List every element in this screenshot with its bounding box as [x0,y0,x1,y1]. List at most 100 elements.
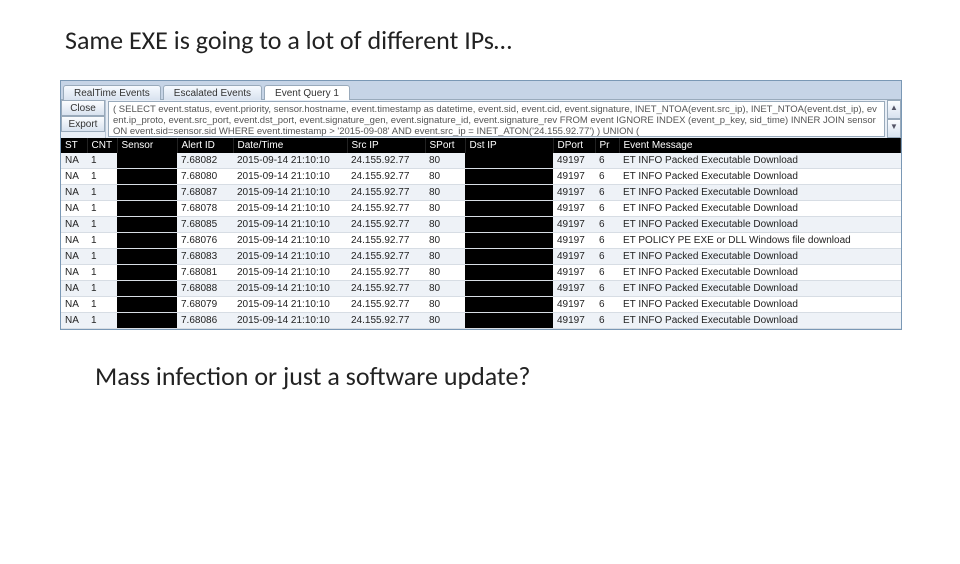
cell-msg: ET INFO Packed Executable Download [619,169,901,185]
cell-pr: 6 [595,249,619,265]
table-row[interactable]: NA17.680802015-09-14 21:10:1024.155.92.7… [61,169,901,185]
cell-sensor [117,217,177,233]
table-row[interactable]: NA17.680782015-09-14 21:10:1024.155.92.7… [61,201,901,217]
cell-cnt: 1 [87,281,117,297]
cell-pr: 6 [595,281,619,297]
tab-realtime-events[interactable]: RealTime Events [63,85,161,100]
cell-date: 2015-09-14 21:10:10 [233,297,347,313]
tab-escalated-events[interactable]: Escalated Events [163,85,262,100]
cell-sport: 80 [425,281,465,297]
scroll-up-icon[interactable]: ▲ [887,100,901,119]
cell-alert: 7.68087 [177,185,233,201]
scroll-down-icon[interactable]: ▼ [887,119,901,138]
close-button[interactable]: Close [61,100,105,116]
cell-sensor [117,313,177,329]
cell-alert: 7.68082 [177,153,233,169]
cell-st: NA [61,297,87,313]
cell-st: NA [61,281,87,297]
cell-pr: 6 [595,265,619,281]
cell-srcip: 24.155.92.77 [347,217,425,233]
cell-pr: 6 [595,153,619,169]
cell-msg: ET INFO Packed Executable Download [619,153,901,169]
cell-dport: 49197 [553,297,595,313]
cell-sport: 80 [425,169,465,185]
cell-date: 2015-09-14 21:10:10 [233,249,347,265]
cell-dstip [465,185,553,201]
cell-sensor [117,249,177,265]
cell-pr: 6 [595,233,619,249]
cell-msg: ET INFO Packed Executable Download [619,185,901,201]
cell-cnt: 1 [87,313,117,329]
cell-st: NA [61,265,87,281]
table-row[interactable]: NA17.680862015-09-14 21:10:1024.155.92.7… [61,313,901,329]
column-header-date-time[interactable]: Date/Time [233,138,347,153]
table-row[interactable]: NA17.680882015-09-14 21:10:1024.155.92.7… [61,281,901,297]
cell-date: 2015-09-14 21:10:10 [233,169,347,185]
cell-date: 2015-09-14 21:10:10 [233,233,347,249]
table-row[interactable]: NA17.680792015-09-14 21:10:1024.155.92.7… [61,297,901,313]
cell-dport: 49197 [553,169,595,185]
event-query-app: RealTime EventsEscalated EventsEvent Que… [60,80,902,330]
cell-sport: 80 [425,297,465,313]
cell-sport: 80 [425,313,465,329]
sql-query-display[interactable]: ( SELECT event.status, event.priority, s… [108,101,885,137]
cell-sensor [117,297,177,313]
table-row[interactable]: NA17.680832015-09-14 21:10:1024.155.92.7… [61,249,901,265]
column-header-st[interactable]: ST [61,138,87,153]
cell-dport: 49197 [553,217,595,233]
column-header-event-message[interactable]: Event Message [619,138,901,153]
table-row[interactable]: NA17.680812015-09-14 21:10:1024.155.92.7… [61,265,901,281]
cell-alert: 7.68078 [177,201,233,217]
cell-srcip: 24.155.92.77 [347,169,425,185]
cell-date: 2015-09-14 21:10:10 [233,217,347,233]
cell-srcip: 24.155.92.77 [347,265,425,281]
cell-dstip [465,265,553,281]
cell-cnt: 1 [87,217,117,233]
events-table: STCNTSensorAlert IDDate/TimeSrc IPSPortD… [61,138,901,329]
cell-dport: 49197 [553,201,595,217]
export-button[interactable]: Export [61,116,105,132]
cell-dstip [465,217,553,233]
column-header-dport[interactable]: DPort [553,138,595,153]
cell-dstip [465,233,553,249]
cell-dstip [465,153,553,169]
cell-cnt: 1 [87,185,117,201]
cell-sport: 80 [425,201,465,217]
cell-srcip: 24.155.92.77 [347,153,425,169]
table-row[interactable]: NA17.680822015-09-14 21:10:1024.155.92.7… [61,153,901,169]
cell-alert: 7.68085 [177,217,233,233]
column-header-dst-ip[interactable]: Dst IP [465,138,553,153]
column-header-src-ip[interactable]: Src IP [347,138,425,153]
cell-st: NA [61,313,87,329]
cell-sport: 80 [425,233,465,249]
cell-cnt: 1 [87,153,117,169]
slide-bottom-heading: Mass infection or just a software update… [95,360,960,392]
cell-cnt: 1 [87,201,117,217]
cell-pr: 6 [595,169,619,185]
cell-sport: 80 [425,217,465,233]
cell-alert: 7.68080 [177,169,233,185]
query-toolbar-row: Close Export ( SELECT event.status, even… [61,100,901,138]
cell-sensor [117,265,177,281]
cell-srcip: 24.155.92.77 [347,313,425,329]
cell-msg: ET INFO Packed Executable Download [619,265,901,281]
column-header-alert-id[interactable]: Alert ID [177,138,233,153]
cell-sensor [117,153,177,169]
table-row[interactable]: NA17.680762015-09-14 21:10:1024.155.92.7… [61,233,901,249]
table-row[interactable]: NA17.680852015-09-14 21:10:1024.155.92.7… [61,217,901,233]
column-header-cnt[interactable]: CNT [87,138,117,153]
cell-st: NA [61,249,87,265]
table-row[interactable]: NA17.680872015-09-14 21:10:1024.155.92.7… [61,185,901,201]
cell-cnt: 1 [87,297,117,313]
tab-event-query-1[interactable]: Event Query 1 [264,85,350,100]
cell-sport: 80 [425,265,465,281]
column-header-sensor[interactable]: Sensor [117,138,177,153]
cell-srcip: 24.155.92.77 [347,249,425,265]
cell-srcip: 24.155.92.77 [347,297,425,313]
cell-date: 2015-09-14 21:10:10 [233,313,347,329]
column-header-pr[interactable]: Pr [595,138,619,153]
column-header-sport[interactable]: SPort [425,138,465,153]
cell-sensor [117,281,177,297]
cell-msg: ET INFO Packed Executable Download [619,201,901,217]
cell-dstip [465,297,553,313]
